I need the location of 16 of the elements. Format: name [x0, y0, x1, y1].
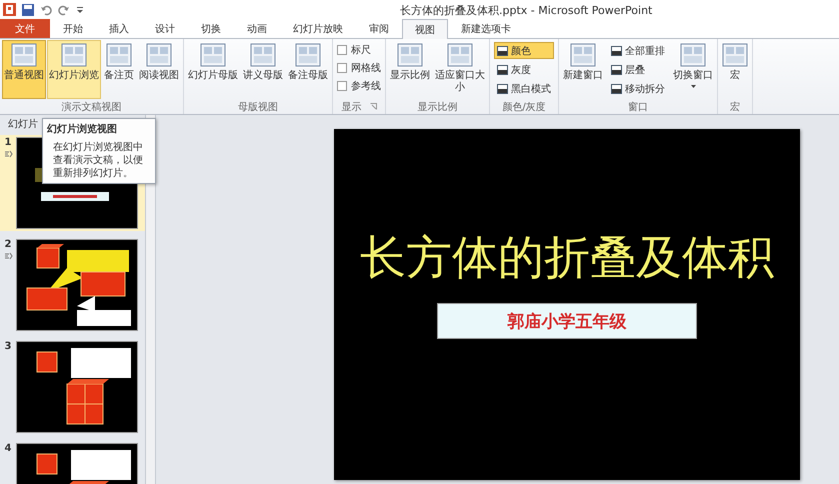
slide-subtitle: 郭庙小学五年级 — [437, 303, 697, 339]
group-label: 显示比例 — [418, 100, 458, 114]
slide-number: 4 — [4, 443, 12, 454]
tooltip-title: 幻灯片浏览视图 — [47, 122, 118, 136]
slide-number: 2 — [4, 239, 12, 250]
group-label: 宏 — [730, 100, 740, 114]
slide-number: 3 — [4, 341, 12, 352]
group-label: 窗口 — [628, 100, 648, 114]
tooltip-text: 在幻灯片浏览视图中查看演示文稿，以便重新排列幻灯片。 — [52, 141, 144, 180]
group-label: 母版视图 — [238, 100, 278, 114]
slide-title: 长方体的折叠及体积 — [360, 229, 774, 286]
group-label: 演示文稿视图 — [62, 100, 122, 114]
window-title: 长方体的折叠及体积.pptx - Microsoft PowerPoint — [400, 3, 652, 18]
group-label: 颜色/灰度 — [502, 100, 546, 114]
group-label: 显示 — [342, 100, 362, 114]
slide-number: 1 — [4, 137, 12, 148]
